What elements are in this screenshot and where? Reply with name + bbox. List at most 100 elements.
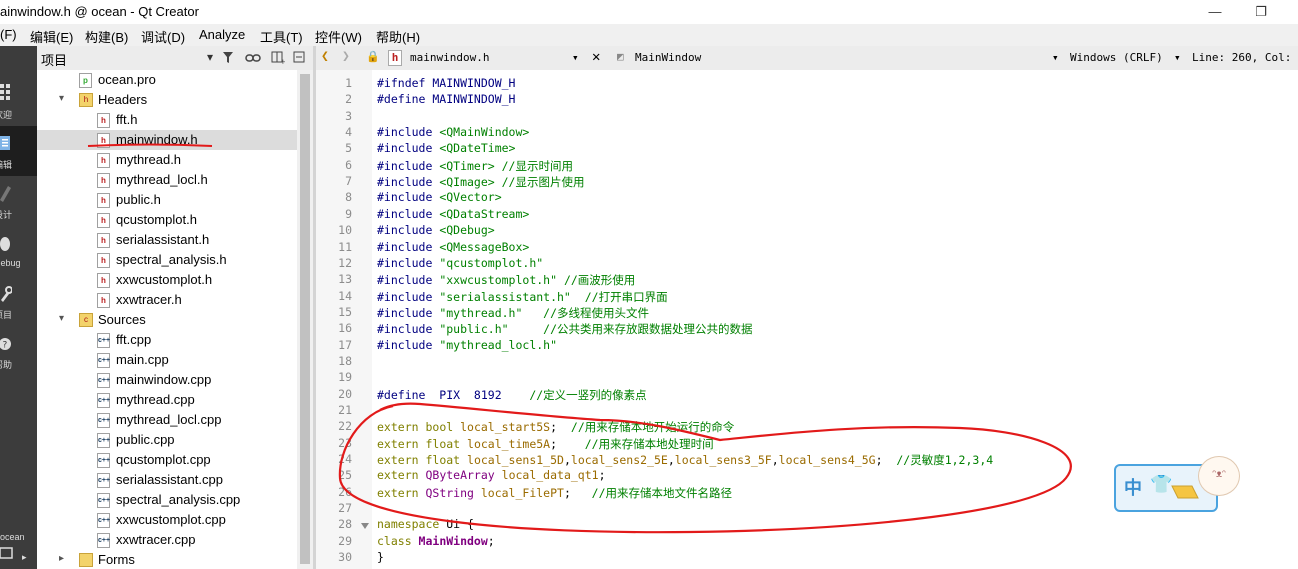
symbol-selector[interactable]: MainWindow bbox=[635, 51, 701, 64]
tree-item-public-cpp[interactable]: c++ public.cpp bbox=[37, 430, 297, 450]
tree-item-serialassistant-cpp[interactable]: c++ serialassistant.cpp bbox=[37, 470, 297, 490]
code-line: #include <QDataStream> bbox=[377, 207, 529, 221]
tree-item-label: main.cpp bbox=[116, 352, 169, 367]
dropdown-arrow-icon[interactable]: ▾ bbox=[572, 51, 579, 64]
menu-file[interactable]: (F) bbox=[0, 27, 17, 42]
close-document-icon[interactable]: ✕ bbox=[592, 49, 600, 65]
tree-item-mythread-h[interactable]: h mythread.h bbox=[37, 150, 297, 170]
tree-item-mythread-locl-cpp[interactable]: c++ mythread_locl.cpp bbox=[37, 410, 297, 430]
code-token: extern bbox=[377, 436, 426, 451]
mode-welcome[interactable]: 欢迎 bbox=[0, 76, 37, 126]
projects-view-selector[interactable]: 项目 bbox=[41, 50, 67, 69]
code-token: <QMainWindow> bbox=[439, 125, 530, 140]
menu-tools[interactable]: 工具(T) bbox=[260, 27, 303, 46]
tree-folder-headers[interactable]: ▾ h Headers bbox=[37, 90, 297, 110]
filter-icon[interactable] bbox=[223, 52, 237, 64]
ime-toolbar[interactable]: 中 👕 ᵔᴥᵔ bbox=[1114, 456, 1240, 512]
tree-item-public-h[interactable]: h public.h bbox=[37, 190, 297, 210]
tree-folder-forms[interactable]: ▸ Forms bbox=[37, 550, 297, 569]
tree-item-qcustomplot-h[interactable]: h qcustomplot.h bbox=[37, 210, 297, 230]
code-token: local_time5A bbox=[467, 436, 551, 451]
forward-arrow-icon[interactable]: ❯ bbox=[342, 49, 350, 64]
code-token: //打开串口界面 bbox=[570, 289, 668, 304]
project-tree-scrollbar[interactable] bbox=[297, 70, 313, 569]
close-pane-icon[interactable] bbox=[293, 51, 307, 65]
dropdown-arrow-icon[interactable]: ▾ bbox=[207, 50, 213, 64]
mode-help[interactable]: ? 帮助 bbox=[0, 326, 37, 376]
maximize-button[interactable]: ❐ bbox=[1246, 2, 1276, 22]
header-file-icon: h bbox=[388, 50, 402, 66]
expand-arrow-icon[interactable]: ▾ bbox=[59, 313, 64, 324]
source-file-icon: c++ bbox=[97, 373, 110, 388]
code-line: #include <QDateTime> bbox=[377, 141, 515, 155]
tree-item-serialassistant-h[interactable]: h serialassistant.h bbox=[37, 230, 297, 250]
open-document-selector[interactable]: mainwindow.h bbox=[410, 51, 489, 64]
menu-controls[interactable]: 控件(W) bbox=[315, 27, 362, 46]
code-token: bool bbox=[425, 420, 461, 435]
line-number: 9 bbox=[345, 206, 352, 221]
mode-design[interactable]: 设计 bbox=[0, 176, 37, 226]
dropdown-arrow-icon[interactable]: ▾ bbox=[1052, 51, 1059, 64]
tree-item-mythread-cpp[interactable]: c++ mythread.cpp bbox=[37, 390, 297, 410]
source-file-icon: c++ bbox=[97, 513, 110, 528]
tree-item-mainwindow-h[interactable]: h mainwindow.h bbox=[37, 130, 297, 150]
code-token: float bbox=[425, 436, 468, 451]
code-line: #include <QImage> //显示图片使用 bbox=[377, 174, 584, 190]
tree-item-label: Forms bbox=[98, 552, 135, 567]
code-line: #include "serialassistant.h" //打开串口界面 bbox=[377, 289, 668, 305]
code-token: //显示图片使用 bbox=[494, 175, 585, 190]
tree-item-ocean-pro[interactable]: p ocean.pro bbox=[37, 70, 297, 90]
line-ending-selector[interactable]: Windows (CRLF) bbox=[1070, 51, 1163, 64]
tree-item-xxwtracer-h[interactable]: h xxwtracer.h bbox=[37, 290, 297, 310]
tree-item-qcustomplot-cpp[interactable]: c++ qcustomplot.cpp bbox=[37, 450, 297, 470]
minimize-button[interactable]: — bbox=[1200, 2, 1230, 22]
folder-icon bbox=[79, 553, 93, 567]
back-arrow-icon[interactable]: ❮ bbox=[321, 49, 329, 64]
tree-item-label: qcustomplot.h bbox=[116, 212, 197, 227]
scrollbar-thumb[interactable] bbox=[300, 74, 310, 564]
tree-item-mythread-locl-h[interactable]: h mythread_locl.h bbox=[37, 170, 297, 190]
tree-item-spectral-analysis-cpp[interactable]: c++ spectral_analysis.cpp bbox=[37, 490, 297, 510]
dropdown-arrow-icon[interactable]: ▾ bbox=[1174, 51, 1181, 64]
mode-debug[interactable]: Debug bbox=[0, 226, 37, 276]
line-number: 12 bbox=[338, 255, 352, 270]
tree-item-label: mainwindow.cpp bbox=[116, 372, 212, 387]
code-token: //公共类用来存放跟数据处理公共的数据 bbox=[508, 322, 753, 337]
mode-edit[interactable]: 编辑 bbox=[0, 126, 37, 176]
tree-folder-sources[interactable]: ▾ c Sources bbox=[37, 310, 297, 330]
tree-item-fft-cpp[interactable]: c++ fft.cpp bbox=[37, 330, 297, 350]
fold-marker-icon[interactable] bbox=[360, 522, 370, 530]
tree-item-fft-h[interactable]: h fft.h bbox=[37, 110, 297, 130]
cursor-position[interactable]: Line: 260, Col: 1 bbox=[1192, 51, 1298, 64]
tree-item-main-cpp[interactable]: c++ main.cpp bbox=[37, 350, 297, 370]
header-file-icon: h bbox=[97, 173, 110, 188]
ime-language-toggle[interactable]: 中 bbox=[1124, 474, 1142, 500]
line-number: 2 bbox=[345, 92, 352, 107]
mode-projects[interactable]: 项目 bbox=[0, 276, 37, 326]
kit-selector[interactable]: ocean ▸ bbox=[0, 516, 37, 566]
menu-build[interactable]: 构建(B) bbox=[85, 27, 128, 46]
link-icon[interactable] bbox=[245, 52, 261, 64]
menu-edit[interactable]: 编辑(E) bbox=[30, 27, 73, 46]
tree-item-label: xxwcustomplot.cpp bbox=[116, 512, 226, 527]
header-file-icon: h bbox=[97, 153, 110, 168]
code-token: //用来存储本地文件名路径 bbox=[591, 485, 733, 500]
code-token: "xxwcustomplot.h" bbox=[439, 273, 558, 288]
expand-arrow-icon[interactable]: ▾ bbox=[59, 93, 64, 104]
mode-help-label: 帮助 bbox=[0, 360, 13, 370]
tree-item-mainwindow-cpp[interactable]: c++ mainwindow.cpp bbox=[37, 370, 297, 390]
menu-analyze[interactable]: Analyze bbox=[199, 27, 245, 42]
split-icon[interactable]: + bbox=[271, 51, 285, 65]
line-number: 20 bbox=[338, 386, 352, 401]
menu-help[interactable]: 帮助(H) bbox=[376, 27, 420, 46]
code-token: local_sens1_5D bbox=[467, 453, 564, 468]
menu-debug[interactable]: 调试(D) bbox=[141, 27, 185, 46]
tree-item-xxwcustomplot-cpp[interactable]: c++ xxwcustomplot.cpp bbox=[37, 510, 297, 530]
code-token: //画波形使用 bbox=[557, 273, 636, 288]
line-number: 17 bbox=[338, 337, 352, 352]
line-number: 10 bbox=[338, 223, 352, 238]
tree-item-spectral-analysis-h[interactable]: h spectral_analysis.h bbox=[37, 250, 297, 270]
expand-arrow-icon[interactable]: ▸ bbox=[59, 553, 64, 564]
tree-item-xxwtracer-cpp[interactable]: c++ xxwtracer.cpp bbox=[37, 530, 297, 550]
tree-item-xxwcustomplot-h[interactable]: h xxwcustomplot.h bbox=[37, 270, 297, 290]
